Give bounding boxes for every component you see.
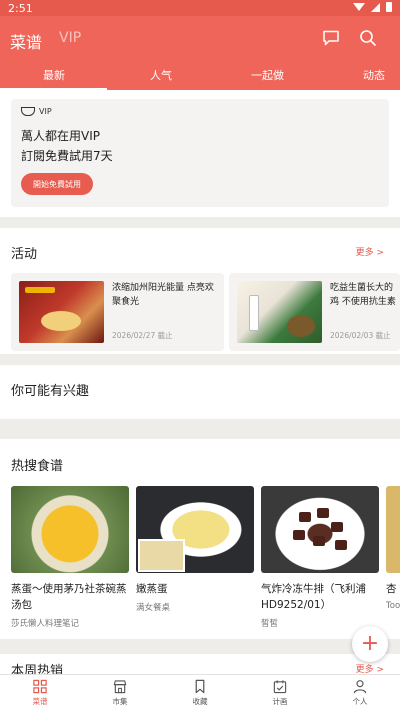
tab-recipes-title[interactable]: 菜谱 [10, 29, 42, 53]
recipe-card[interactable]: 蒸蛋～使用茅乃社茶碗蒸汤包 莎氏懒人料理笔记 [11, 486, 129, 629]
weekly-hot-title: 本周热销 [11, 664, 64, 674]
bottom-nav: 菜谱 市集 收藏 计画 个人 [0, 674, 400, 711]
activity-text: 浓缩加州阳光能量 点亮欢聚食光 [112, 283, 214, 307]
bookmark-icon [195, 679, 205, 694]
recipe-image [11, 486, 129, 573]
tab-cook-together[interactable]: 一起做 [251, 67, 284, 83]
nav-profile[interactable]: 个人 [320, 675, 400, 711]
vip-card[interactable]: VIP 萬人都在用VIP 訂閱免費試用7天 開始免費試用 [11, 99, 389, 207]
recipe-author: 莎氏懒人料理笔记 [11, 619, 80, 629]
tab-updates[interactable]: 动态 [363, 67, 385, 83]
recipe-image [386, 486, 400, 573]
recipe-name: 嫩蒸蛋 [136, 583, 168, 595]
nav-label: 市集 [112, 697, 128, 706]
status-icons [353, 2, 392, 12]
recipe-name: 气炸冷冻牛排（飞利浦 HD9252/01） [261, 583, 366, 611]
weekly-hot-section: 本周热销 更多 > [0, 654, 400, 674]
status-bar: 2:51 [0, 0, 400, 16]
start-trial-button[interactable]: 開始免費試用 [21, 173, 93, 195]
vip-section: VIP 萬人都在用VIP 訂閱免費試用7天 開始免費試用 [0, 90, 400, 217]
pot-icon [21, 107, 35, 116]
vip-logo: VIP [21, 107, 52, 116]
weekly-hot-more-link[interactable]: 更多 > [356, 662, 384, 674]
main-content[interactable]: VIP 萬人都在用VIP 訂閱免費試用7天 開始免費試用 活动 更多 > 浓缩加… [0, 90, 400, 674]
message-icon[interactable] [322, 30, 340, 46]
activities-title: 活动 [11, 247, 38, 262]
recipe-author: Too [386, 601, 400, 611]
status-time: 2:51 [8, 2, 33, 15]
store-icon [113, 680, 127, 694]
hot-search-title: 热搜食谱 [11, 459, 64, 474]
nav-plan[interactable]: 计画 [240, 675, 320, 711]
interest-section: 你可能有兴趣 [0, 365, 400, 419]
activity-image [237, 281, 322, 343]
activities-more-link[interactable]: 更多 > [356, 245, 384, 258]
activities-section: 活动 更多 > 浓缩加州阳光能量 点亮欢聚食光 2026/02/27 截止 吃益… [0, 228, 400, 354]
recipe-card[interactable]: 杏 Too [386, 486, 400, 611]
nav-label: 收藏 [192, 697, 208, 706]
add-recipe-button[interactable]: + [352, 626, 388, 662]
tab-latest[interactable]: 最新 [43, 67, 65, 83]
calendar-check-icon [273, 680, 287, 694]
nav-favorites[interactable]: 收藏 [160, 675, 240, 711]
activity-card[interactable]: 浓缩加州阳光能量 点亮欢聚食光 2026/02/27 截止 [11, 273, 224, 351]
nav-market[interactable]: 市集 [80, 675, 160, 711]
nav-label: 菜谱 [32, 697, 48, 706]
recipe-name: 蒸蛋～使用茅乃社茶碗蒸汤包 [11, 583, 127, 611]
vip-logo-text: VIP [39, 107, 52, 116]
activity-text: 吃益生菌长大的鸡 不使用抗生素 [330, 283, 396, 307]
search-icon[interactable] [359, 29, 377, 47]
recipe-author: 满女餐桌 [136, 603, 171, 613]
recipe-card[interactable]: 气炸冷冻牛排（飞利浦 HD9252/01） 皙皙 [261, 486, 379, 629]
signal-icon [371, 2, 380, 12]
vip-subline: 訂閱免費試用7天 [21, 149, 113, 163]
hot-search-section: 热搜食谱 蒸蛋～使用茅乃社茶碗蒸汤包 莎氏懒人料理笔记 嫩蒸蛋 满女餐桌 气炸冷… [0, 439, 400, 639]
nav-label: 计画 [272, 697, 288, 706]
battery-icon [386, 2, 392, 12]
nav-label: 个人 [352, 697, 368, 706]
app-header: 菜谱 VIP [0, 16, 400, 62]
tab-popular[interactable]: 人气 [150, 67, 172, 83]
activity-date: 2026/02/27 截止 [112, 331, 173, 340]
activity-date: 2026/02/03 截止 [330, 331, 391, 340]
recipe-image [261, 486, 379, 573]
recipe-card[interactable]: 嫩蒸蛋 满女餐桌 [136, 486, 254, 613]
tab-vip[interactable]: VIP [59, 30, 81, 46]
activity-image [19, 281, 104, 343]
person-icon [353, 680, 367, 694]
vip-headline: 萬人都在用VIP [21, 129, 100, 143]
activity-card[interactable]: 吃益生菌长大的鸡 不使用抗生素 2026/02/03 截止 [229, 273, 400, 351]
nav-recipes[interactable]: 菜谱 [0, 675, 80, 711]
interest-title: 你可能有兴趣 [11, 384, 90, 399]
grid-icon [33, 679, 47, 694]
recipe-image [136, 486, 254, 573]
feed-tabs: 最新 人气 一起做 动态 [0, 62, 400, 90]
recipe-name: 杏 [386, 583, 397, 595]
wifi-icon [353, 3, 365, 11]
